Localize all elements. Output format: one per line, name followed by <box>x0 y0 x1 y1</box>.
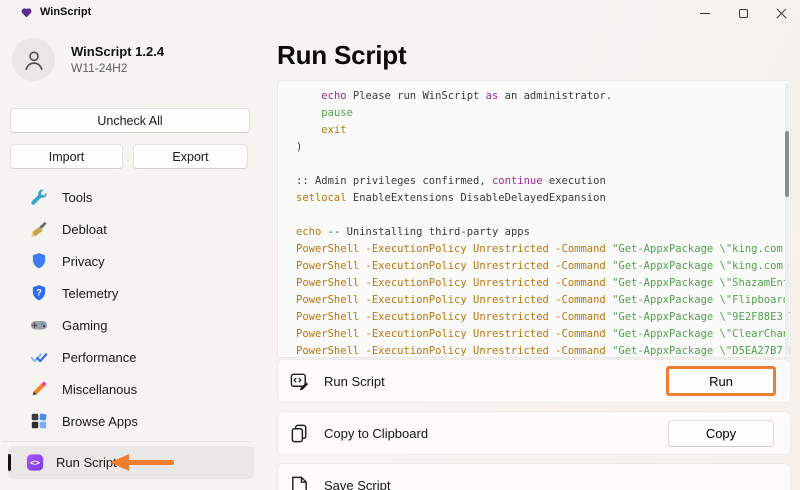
run-script-icon <box>289 371 310 392</box>
wrench-icon <box>30 188 48 206</box>
code-line <box>296 156 790 173</box>
action-row-label: Run Script <box>324 374 385 389</box>
sidebar-item-label: Gaming <box>62 318 108 333</box>
action-row-label: Save Script <box>324 478 390 490</box>
action-rows: Run Script Run Copy to Clipboard Copy Save S… <box>277 359 791 490</box>
code-line: PowerShell -ExecutionPolicy Unrestricted… <box>296 258 790 275</box>
sidebar-item-telemetry[interactable]: ? Telemetry <box>8 277 254 309</box>
sidebar-item-label: Debloat <box>62 222 107 237</box>
sidebar-item-gaming[interactable]: Gaming <box>8 309 254 341</box>
sidebar-item-performance[interactable]: Performance <box>8 341 254 373</box>
svg-text:<>: <> <box>30 459 40 469</box>
scrollbar-track[interactable] <box>785 83 789 355</box>
action-row-run-script: Run Script Run <box>277 359 791 403</box>
code-line: :: Admin privileges confirmed, continue … <box>296 173 790 190</box>
profile-card: WinScript 1.2.4 W11-24H2 <box>0 24 262 81</box>
code-line: ) <box>296 139 790 156</box>
annotation-arrow-icon <box>108 452 174 473</box>
sidebar-item-label: Privacy <box>62 254 105 269</box>
svg-text:?: ? <box>36 288 42 298</box>
code-line: pause <box>296 105 790 122</box>
sidebar-item-tools[interactable]: Tools <box>8 181 254 213</box>
run-button[interactable]: Run <box>666 366 776 396</box>
sidebar-item-miscellanous[interactable]: Miscellanous <box>8 373 254 405</box>
code-line: PowerShell -ExecutionPolicy Unrestricted… <box>296 326 790 343</box>
sidebar-item-label: Browse Apps <box>62 414 138 429</box>
page-title: Run Script <box>277 40 800 71</box>
copy-icon <box>289 423 310 444</box>
profile-os-build: W11-24H2 <box>71 61 164 75</box>
copy-button[interactable]: Copy <box>668 420 774 447</box>
close-icon[interactable] <box>762 0 800 26</box>
code-line: exit <box>296 122 790 139</box>
export-button[interactable]: Export <box>133 144 248 169</box>
sidebar-item-debloat[interactable]: Debloat <box>8 213 254 245</box>
code-line: PowerShell -ExecutionPolicy Unrestricted… <box>296 309 790 326</box>
code-line: PowerShell -ExecutionPolicy Unrestricted… <box>296 343 790 358</box>
sidebar-separator <box>2 441 252 442</box>
sidebar-item-label: Performance <box>62 350 136 365</box>
code-line: PowerShell -ExecutionPolicy Unrestricted… <box>296 241 790 258</box>
broom-icon <box>30 220 48 238</box>
code-line <box>296 207 790 224</box>
action-row-save-script: Save Script <box>277 463 791 490</box>
code-line: setlocal EnableExtensions DisableDelayed… <box>296 190 790 207</box>
main-content: Run Script echo Please run WinScript as … <box>277 24 800 490</box>
import-button[interactable]: Import <box>10 144 123 169</box>
code-line: PowerShell -ExecutionPolicy Unrestricted… <box>296 275 790 292</box>
sidebar-item-label: Miscellanous <box>62 382 137 397</box>
double-check-icon <box>30 348 48 366</box>
app-title: WinScript <box>40 6 91 18</box>
uncheck-all-button[interactable]: Uncheck All <box>10 108 250 133</box>
gamepad-icon <box>30 316 48 334</box>
minimize-icon[interactable] <box>686 0 724 26</box>
sidebar-item-label: Tools <box>62 190 92 205</box>
action-row-copy-to-clipboard: Copy to Clipboard Copy <box>277 411 791 455</box>
selection-indicator <box>8 454 11 471</box>
sidebar: WinScript 1.2.4 W11-24H2 Uncheck All Imp… <box>0 24 262 490</box>
code-content: echo Please run WinScript as an administ… <box>278 81 790 358</box>
shield-icon <box>30 252 48 270</box>
code-line: echo Please run WinScript as an administ… <box>296 88 790 105</box>
pencil-icon <box>30 380 48 398</box>
scrollbar-thumb[interactable] <box>785 131 789 197</box>
avatar <box>12 38 55 81</box>
sidebar-item-browse-apps[interactable]: Browse Apps <box>8 405 254 437</box>
maximize-icon[interactable] <box>724 0 762 26</box>
sidebar-item-privacy[interactable]: Privacy <box>8 245 254 277</box>
save-icon <box>289 475 310 490</box>
sidebar-item-label: Telemetry <box>62 286 118 301</box>
profile-name: WinScript 1.2.4 <box>71 44 164 59</box>
person-icon <box>21 47 47 73</box>
code-line: echo -- Uninstalling third-party apps <box>296 224 790 241</box>
heart-logo-icon <box>20 6 33 19</box>
sidebar-nav: Tools Debloat Privacy? Telemetry Gaming Perfo… <box>0 181 254 479</box>
script-preview-panel[interactable]: echo Please run WinScript as an administ… <box>277 80 791 358</box>
titlebar: WinScript <box>0 0 800 24</box>
code-line: PowerShell -ExecutionPolicy Unrestricted… <box>296 292 790 309</box>
code-badge-icon: <> <box>26 454 44 472</box>
shield-question-icon: ? <box>30 284 48 302</box>
action-row-label: Copy to Clipboard <box>324 426 428 441</box>
apps-grid-icon <box>30 412 48 430</box>
